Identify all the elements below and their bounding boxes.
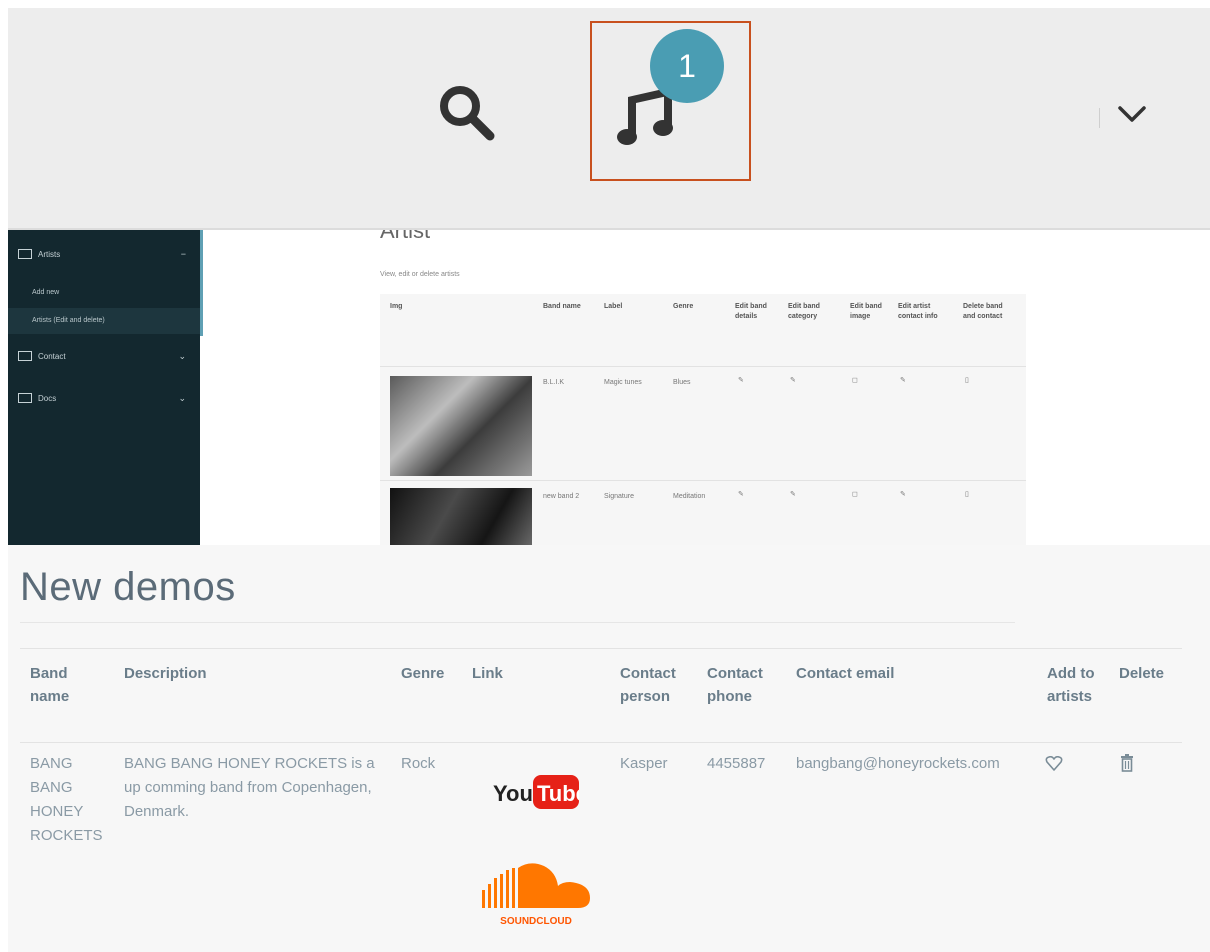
admin-cell-band: new band 2 — [543, 493, 580, 500]
cell-band-name: BANG BANG HONEY ROCKETS — [30, 755, 103, 844]
admin-th-edit-image: Edit band image — [850, 303, 882, 320]
cell-contact-phone: 4455887 — [707, 755, 766, 772]
image-icon[interactable]: ◻ — [852, 376, 858, 386]
artist-image — [390, 376, 532, 476]
trash-icon[interactable]: ▯ — [965, 490, 969, 500]
admin-th-genre: Genre — [673, 303, 694, 310]
admin-row-divider — [380, 366, 1026, 367]
admin-th-edit-details: Edit band details — [735, 303, 767, 320]
soundcloud-link[interactable]: SOUNDCLOUD — [478, 858, 594, 928]
admin-artists-table: Img Band name Label Genre Edit band deta… — [380, 294, 1026, 545]
artists-icon — [18, 249, 32, 259]
chevron-down-icon — [1118, 106, 1146, 122]
th-add-to-artists: Add to artists — [1047, 665, 1095, 705]
image-icon[interactable]: ◻ — [852, 490, 858, 500]
admin-row-divider — [380, 480, 1026, 481]
account-dropdown-button[interactable] — [1112, 98, 1152, 130]
sidebar-item-artists[interactable]: Artists − — [8, 246, 200, 262]
admin-page-title: Artist — [380, 230, 431, 243]
svg-text:Tube: Tube — [537, 781, 579, 806]
edit-icon[interactable]: ✎ — [900, 376, 906, 386]
admin-th-label: Label — [604, 303, 623, 310]
table-divider — [20, 648, 1182, 649]
th-contact-person: Contact person — [620, 665, 676, 705]
table-divider — [20, 742, 1182, 743]
admin-th-edit-category: Edit band category — [788, 303, 820, 320]
admin-cell-genre: Meditation — [673, 493, 706, 500]
sidebar-item-docs[interactable]: Docs ⌄ — [8, 390, 200, 406]
admin-page-subtitle: View, edit or delete artists — [380, 271, 460, 278]
page-title: New demos — [20, 565, 236, 609]
admin-sidebar: Artists − Add new Artists (Edit and dele… — [8, 230, 200, 545]
search-button[interactable] — [432, 78, 502, 148]
cell-description: BANG BANG HONEY ROCKETS is a up comming … — [124, 755, 375, 820]
sidebar-subitem-add-new[interactable]: Add new — [8, 286, 200, 300]
svg-text:You: You — [493, 781, 533, 806]
docs-icon — [18, 393, 32, 403]
sidebar-active-accent — [200, 230, 203, 336]
heart-icon[interactable] — [1045, 756, 1063, 772]
th-delete: Delete — [1119, 665, 1165, 682]
title-divider — [20, 622, 1015, 623]
admin-th-img: Img — [390, 303, 403, 310]
contact-icon — [18, 351, 32, 361]
admin-cell-band: B.L.I.K — [543, 379, 565, 386]
demos-music-button[interactable]: 1 — [590, 21, 751, 181]
th-description: Description — [124, 665, 207, 682]
header-separator — [1099, 108, 1100, 128]
edit-icon[interactable]: ✎ — [790, 490, 796, 500]
edit-icon[interactable]: ✎ — [738, 490, 744, 500]
admin-th-edit-contact: Edit artist contact info — [898, 303, 938, 320]
artist-image — [390, 488, 532, 545]
admin-preview: Artists − Add new Artists (Edit and dele… — [8, 230, 1210, 545]
cell-contact-person: Kasper — [620, 755, 668, 772]
th-genre: Genre — [401, 665, 445, 682]
admin-th-delete: Delete band and contact — [963, 303, 1003, 320]
cell-genre: Rock — [401, 755, 436, 772]
edit-icon[interactable]: ✎ — [738, 376, 744, 386]
sidebar-subitem-edit-delete[interactable]: Artists (Edit and delete) — [8, 308, 200, 334]
th-contact-phone: Contact phone — [707, 665, 763, 705]
th-contact-email: Contact email — [796, 665, 895, 682]
admin-cell-genre: Blues — [673, 379, 691, 386]
youtube-link[interactable]: You Tube — [493, 773, 579, 811]
trash-icon[interactable]: ▯ — [965, 376, 969, 386]
edit-icon[interactable]: ✎ — [790, 376, 796, 386]
admin-cell-label: Signature — [604, 493, 634, 500]
search-icon — [440, 86, 495, 141]
th-band-name: Band name — [30, 665, 70, 705]
svg-text:SOUNDCLOUD: SOUNDCLOUD — [500, 916, 572, 927]
sidebar-item-contact[interactable]: Contact ⌄ — [8, 348, 200, 364]
notification-badge: 1 — [650, 29, 724, 103]
cell-contact-email: bangbang@honeyrockets.com — [796, 755, 1000, 772]
trash-icon[interactable] — [1120, 754, 1134, 772]
edit-icon[interactable]: ✎ — [900, 490, 906, 500]
admin-cell-label: Magic tunes — [604, 379, 642, 386]
admin-th-band: Band name — [543, 303, 581, 310]
th-link: Link — [472, 665, 503, 682]
